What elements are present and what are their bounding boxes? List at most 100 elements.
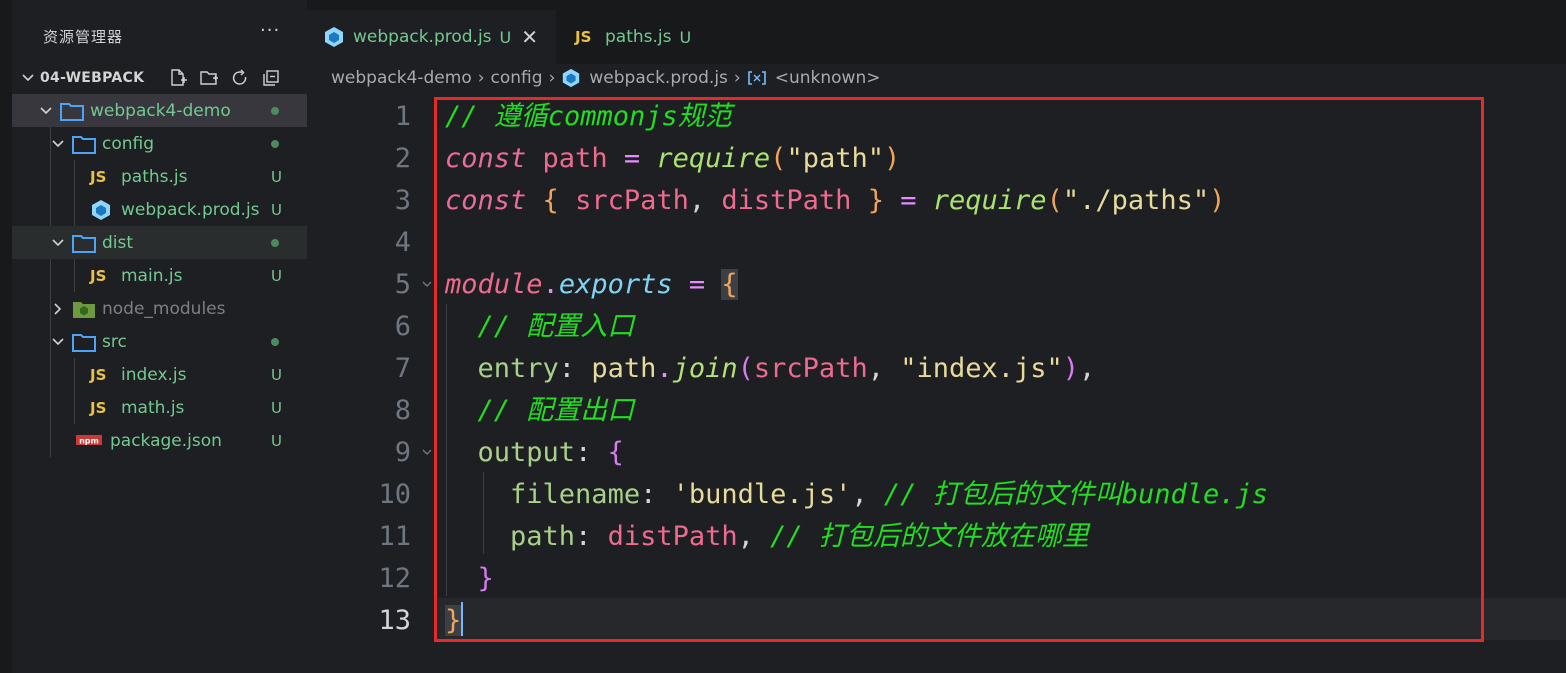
editor-tab-bar: webpack.prod.js U ✕ JS paths.js U xyxy=(307,0,1566,64)
code-line: // 配置入口 xyxy=(445,306,635,348)
code-token: join xyxy=(672,353,738,384)
tree-file-webpack-prod-js[interactable]: webpack.prod.js U xyxy=(12,193,307,226)
code-token: output xyxy=(477,437,576,468)
tree-label: package.json xyxy=(110,430,222,451)
new-file-icon[interactable] xyxy=(168,68,188,88)
tree-file-main-js[interactable]: JS main.js U xyxy=(12,259,307,292)
code-line: // 配置出口 xyxy=(445,390,635,432)
code-editor[interactable]: 1 2 3 4 5 6 7 8 9 10 11 12 13 // 遵循commonjs规范 const p… xyxy=(307,92,1566,673)
symbol-icon xyxy=(747,71,766,85)
code-token: = xyxy=(623,143,641,174)
chevron-down-icon xyxy=(52,238,64,246)
untracked-badge: U xyxy=(271,200,282,219)
code-token: ( xyxy=(770,143,787,174)
code-token: : xyxy=(640,479,673,510)
tab-paths-js[interactable]: JS paths.js U xyxy=(557,10,735,64)
tree-folder-dist[interactable]: dist xyxy=(12,226,307,259)
current-line-highlight xyxy=(437,598,1566,640)
breadcrumb-item[interactable]: <unknown> xyxy=(775,68,881,88)
code-line: // 遵循commonjs规范 xyxy=(445,96,732,138)
code-token: srcPath xyxy=(575,185,689,216)
code-token: module xyxy=(445,269,543,300)
collapse-all-icon[interactable] xyxy=(261,68,281,88)
tree-label: main.js xyxy=(121,265,183,286)
tab-webpack-prod-js[interactable]: webpack.prod.js U ✕ xyxy=(307,10,556,64)
code-token: ( xyxy=(737,353,754,384)
workspace-root-label: 04-WEBPACK xyxy=(40,70,145,86)
tree-folder-config[interactable]: config xyxy=(12,127,307,160)
fold-chevron-icon[interactable] xyxy=(420,445,434,459)
line-number: 5 xyxy=(394,269,411,300)
tree-label: webpack.prod.js xyxy=(121,199,260,220)
breadcrumb-item[interactable]: webpack4-demo xyxy=(331,68,472,88)
fold-chevron-icon[interactable] xyxy=(420,277,434,291)
code-token: ) xyxy=(883,143,901,174)
modified-dot xyxy=(271,107,279,115)
tree-label: index.js xyxy=(121,364,187,385)
tree-folder-node-modules[interactable]: node_modules xyxy=(12,292,307,325)
code-token: ) xyxy=(1209,185,1226,216)
folder-icon xyxy=(60,102,84,121)
code-token: = xyxy=(688,269,706,300)
tree-label: dist xyxy=(102,232,134,253)
folder-icon xyxy=(72,333,96,352)
code-token: , xyxy=(851,479,884,510)
code-token: path xyxy=(542,143,608,174)
code-line: module.exports = { xyxy=(445,264,738,306)
tree-label: math.js xyxy=(121,397,185,418)
breadcrumb-item[interactable]: webpack.prod.js xyxy=(589,68,728,88)
line-number: 9 xyxy=(394,437,411,468)
code-token: distPath xyxy=(607,521,738,552)
modified-dot xyxy=(271,140,279,148)
untracked-badge: U xyxy=(271,431,282,450)
code-token: const xyxy=(445,143,527,174)
code-token: , xyxy=(688,185,722,216)
text-cursor xyxy=(461,602,463,636)
line-number: 1 xyxy=(394,101,411,132)
modified-dot xyxy=(271,338,279,346)
close-icon[interactable]: ✕ xyxy=(521,25,538,49)
tree-label: src xyxy=(102,331,127,352)
code-token: : xyxy=(575,521,608,552)
code-token: require xyxy=(656,143,771,174)
code-token: // 打包后的文件放在哪里 xyxy=(770,521,1089,552)
refresh-icon[interactable] xyxy=(230,68,250,88)
tree-file-paths-js[interactable]: JS paths.js U xyxy=(12,160,307,193)
code-line: output: { xyxy=(445,432,624,474)
tree-folder-src[interactable]: src xyxy=(12,325,307,358)
explorer-title: 资源管理器 xyxy=(43,27,124,46)
code-token: path xyxy=(591,353,657,384)
code-token: const xyxy=(445,185,527,216)
new-folder-icon[interactable] xyxy=(199,68,219,88)
line-number: 2 xyxy=(394,143,411,174)
javascript-file-icon: JS xyxy=(90,398,107,417)
tree-label: node_modules xyxy=(102,298,226,319)
workspace-root[interactable]: 04-WEBPACK xyxy=(12,62,307,94)
tab-label: webpack.prod.js xyxy=(353,27,492,47)
code-line: filename: 'bundle.js', // 打包后的文件叫bundle.… xyxy=(445,474,1268,516)
untracked-badge: U xyxy=(271,167,282,186)
tab-status: U xyxy=(499,27,512,47)
javascript-file-icon: JS xyxy=(90,266,107,285)
breadcrumb-item[interactable]: config xyxy=(491,68,543,88)
more-actions-icon[interactable]: ··· xyxy=(260,20,280,41)
code-token: . xyxy=(542,269,559,300)
tree-folder-webpack4-demo[interactable]: webpack4-demo xyxy=(12,94,307,127)
code-token: "path" xyxy=(786,143,884,174)
line-number: 13 xyxy=(378,605,411,636)
code-token: } xyxy=(867,185,884,216)
node-folder-icon xyxy=(73,301,95,318)
breadcrumb-separator: › xyxy=(733,68,741,88)
webpack-file-icon xyxy=(563,68,580,88)
javascript-file-icon: JS xyxy=(90,365,107,384)
untracked-badge: U xyxy=(271,398,282,417)
chevron-down-icon xyxy=(52,139,64,147)
tree-file-package-json[interactable]: npm package.json U xyxy=(12,424,307,457)
tree-file-index-js[interactable]: JS index.js U xyxy=(12,358,307,391)
code-token: // 配置出口 xyxy=(477,395,635,426)
tree-file-math-js[interactable]: JS math.js U xyxy=(12,391,307,424)
breadcrumb-separator: › xyxy=(548,68,556,88)
